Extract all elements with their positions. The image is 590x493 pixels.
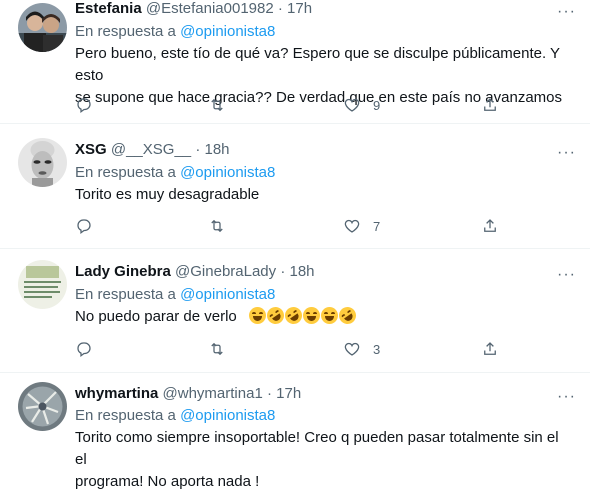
reply-button[interactable] [75, 95, 93, 115]
reply-to-link[interactable]: @opinionista8 [180, 164, 275, 181]
emoji-group [248, 303, 360, 328]
like-button[interactable]: 9 [343, 95, 380, 115]
avatar[interactable] [18, 3, 67, 52]
display-name[interactable]: Estefania [75, 0, 142, 17]
display-name[interactable]: XSG [75, 141, 107, 158]
separator-dot: · [266, 385, 272, 402]
retweet-icon [211, 98, 223, 112]
tweet-actions: 3 [75, 339, 515, 359]
share-button[interactable] [481, 339, 499, 359]
separator-dot: · [277, 0, 283, 17]
more-options-icon[interactable]: ··· [557, 387, 576, 407]
timestamp[interactable]: 18h [290, 263, 315, 280]
tweet-text: Torito como siempre insoportable! Creo q… [75, 427, 570, 493]
share-icon [484, 98, 496, 111]
display-name[interactable]: Lady Ginebra [75, 263, 171, 280]
avatar[interactable] [18, 260, 67, 309]
tweet-header: Lady Ginebra @GinebraLady · 18h [75, 262, 315, 282]
reply-icon [77, 342, 91, 358]
face-with-tears-of-joy-icon [320, 307, 338, 324]
tweet-actions: 9 [75, 95, 515, 115]
user-handle[interactable]: @GinebraLady [175, 263, 276, 280]
like-button[interactable]: 7 [343, 216, 380, 236]
more-options-icon[interactable]: ··· [557, 2, 576, 22]
avatar[interactable] [18, 138, 67, 187]
tweet-whymartina[interactable]: whymartina @whymartina1 · 17h ··· En res… [0, 373, 590, 490]
timestamp[interactable]: 18h [204, 141, 229, 158]
heart-icon [344, 342, 360, 356]
reply-context: En respuesta a @opinionista8 [75, 163, 275, 183]
separator-dot: · [195, 141, 201, 158]
user-handle[interactable]: @Estefania001982 [146, 0, 274, 17]
retweet-icon [211, 342, 223, 356]
timestamp[interactable]: 17h [287, 0, 312, 17]
tweet-text-line: Torito es muy desagradable [75, 186, 260, 203]
reply-feed: Estefania @Estefania001982 · 17h ··· En … [0, 0, 590, 490]
more-options-icon[interactable]: ··· [557, 143, 576, 163]
retweet-button[interactable] [208, 339, 226, 359]
reply-to-link[interactable]: @opinionista8 [180, 407, 275, 424]
avatar[interactable] [18, 382, 67, 431]
share-button[interactable] [481, 216, 499, 236]
separator-dot: · [280, 263, 286, 280]
rofl-icon [281, 303, 306, 328]
reply-prefix: En respuesta a [75, 164, 176, 181]
tweet-text-line: Torito como siempre insoportable! Creo q… [75, 429, 559, 468]
tweet-text: No puedo parar de verlo [75, 303, 570, 328]
user-handle[interactable]: @__XSG__ [111, 141, 191, 158]
reply-icon [77, 219, 91, 235]
retweet-button[interactable] [208, 95, 226, 115]
tweet-header: Estefania @Estefania001982 · 17h [75, 0, 312, 19]
reply-context: En respuesta a @opinionista8 [75, 406, 275, 426]
reply-to-link[interactable]: @opinionista8 [180, 23, 275, 40]
face-with-tears-of-joy-icon [302, 307, 320, 324]
reply-icon [77, 98, 91, 114]
like-count: 9 [373, 97, 381, 113]
share-icon [484, 342, 496, 355]
tweet-lady-ginebra[interactable]: Lady Ginebra @GinebraLady · 18h ··· En r… [0, 249, 590, 373]
more-options-icon[interactable]: ··· [557, 265, 576, 285]
tweet-header: XSG @__XSG__ · 18h [75, 140, 230, 160]
rofl-icon [335, 303, 360, 328]
share-icon [484, 219, 496, 232]
reply-context: En respuesta a @opinionista8 [75, 285, 275, 305]
face-with-tears-of-joy-icon [248, 307, 266, 324]
user-handle[interactable]: @whymartina1 [163, 385, 263, 402]
reply-button[interactable] [75, 216, 93, 236]
like-count: 3 [373, 341, 381, 357]
reply-prefix: En respuesta a [75, 407, 176, 424]
reply-prefix: En respuesta a [75, 286, 176, 303]
retweet-icon [211, 219, 223, 233]
heart-icon [344, 219, 360, 233]
reply-context: En respuesta a @opinionista8 [75, 22, 275, 42]
display-name[interactable]: whymartina [75, 385, 158, 402]
tweet-text-line: programa! No aporta nada ! [75, 473, 260, 490]
tweet-actions: 7 [75, 216, 515, 236]
timestamp[interactable]: 17h [276, 385, 301, 402]
like-button[interactable]: 3 [343, 339, 380, 359]
tweet-text-line: Pero bueno, este tío de qué va? Espero q… [75, 45, 560, 84]
tweet-text-line: No puedo parar de verlo [75, 308, 237, 325]
tweet-xsg[interactable]: XSG @__XSG__ · 18h ··· En respuesta a @o… [0, 124, 590, 249]
heart-icon [344, 98, 360, 112]
tweet-text: Torito es muy desagradable [75, 184, 570, 206]
tweet-estefania[interactable]: Estefania @Estefania001982 · 17h ··· En … [0, 0, 590, 124]
like-count: 7 [373, 218, 381, 234]
share-button[interactable] [481, 95, 499, 115]
reply-prefix: En respuesta a [75, 23, 176, 40]
tweet-header: whymartina @whymartina1 · 17h [75, 384, 301, 404]
reply-button[interactable] [75, 339, 93, 359]
reply-to-link[interactable]: @opinionista8 [180, 286, 275, 303]
retweet-button[interactable] [208, 216, 226, 236]
